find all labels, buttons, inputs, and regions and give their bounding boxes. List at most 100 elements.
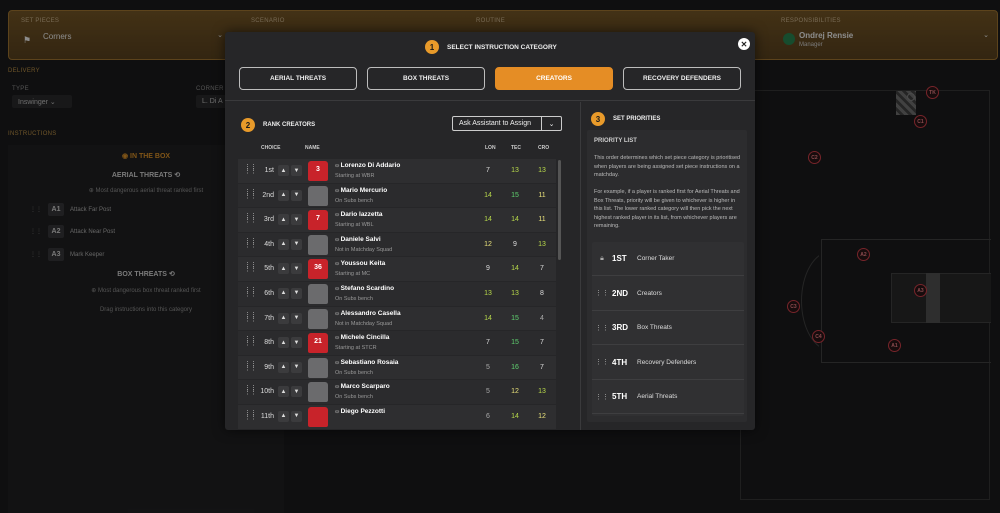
tab-creators[interactable]: CREATORS	[495, 67, 613, 90]
priority-order: 2ND	[612, 288, 629, 298]
drag-handle-icon[interactable]: ⋮⋮ ⋮⋮	[244, 287, 257, 298]
player-rank: 1st	[264, 167, 274, 174]
player-name[interactable]: Lorenzo Di Addario	[335, 162, 401, 169]
priority-item: 🔒︎ 1ST Corner Taker	[592, 242, 744, 276]
move-up-icon[interactable]: ▲	[278, 214, 289, 226]
drag-handle-icon[interactable]: ⋮⋮ ⋮⋮	[244, 238, 257, 249]
tec-value: 15	[511, 314, 519, 322]
priority-item[interactable]: ⋮⋮ 5TH Aerial Threats	[592, 380, 744, 414]
tab-recovery-defenders[interactable]: RECOVERY DEFENDERS	[623, 67, 741, 90]
player-row[interactable]: ⋮⋮⋮⋮ 3rd ▲ ▼ 7 Dario Iazzetta Starting a…	[238, 208, 556, 233]
player-row[interactable]: ⋮⋮⋮⋮ 4th ▲ ▼ Daniele Salvi Not in Matchd…	[238, 232, 556, 258]
tab-box-threats[interactable]: BOX THREATS	[367, 67, 485, 90]
player-name[interactable]: Stefano Scardino	[335, 285, 394, 292]
player-row[interactable]: ⋮⋮⋮⋮ 8th ▲ ▼ 21 Michele Cincilla Startin…	[238, 331, 556, 356]
move-down-icon[interactable]: ▼	[291, 287, 302, 299]
ask-assistant-button[interactable]: Ask Assistant to Assign ⌄	[452, 116, 562, 131]
shirt-icon	[308, 283, 328, 304]
move-down-icon[interactable]: ▼	[291, 386, 302, 398]
priority-item[interactable]: ⋮⋮ 4TH Recovery Defenders	[592, 346, 744, 380]
lon-value: 13	[484, 289, 492, 297]
move-down-icon[interactable]: ▼	[291, 189, 302, 201]
priority-name: Recovery Defenders	[637, 358, 697, 366]
tec-value: 14	[511, 412, 519, 420]
step-badge: 3	[591, 112, 605, 126]
priority-order: 1ST	[612, 254, 627, 263]
cro-value: 11	[538, 191, 546, 199]
drag-handle-icon[interactable]: ⋮⋮ ⋮⋮	[244, 312, 257, 323]
player-name[interactable]: Dario Iazzetta	[335, 211, 383, 218]
player-name[interactable]: Michele Cincilla	[335, 334, 390, 341]
drag-handle-icon[interactable]: ⋮⋮	[592, 393, 612, 401]
player-row[interactable]: ⋮⋮⋮⋮ 9th ▲ ▼ Sebastiano Rosaia On Subs b…	[238, 355, 556, 381]
player-row[interactable]: ⋮⋮⋮⋮ 5th ▲ ▼ 36 Youssou Keita Starting a…	[238, 257, 556, 282]
drag-handle-icon[interactable]: ⋮⋮ ⋮⋮	[244, 213, 257, 224]
drag-handle-icon[interactable]: ⋮⋮ ⋮⋮	[244, 189, 257, 200]
priority-item[interactable]: ⋮⋮ 2ND Creators	[592, 277, 744, 311]
priority-desc-2: For example, if a player is ranked first…	[594, 189, 740, 229]
priority-name: Corner Taker	[637, 255, 675, 262]
move-down-icon[interactable]: ▼	[291, 410, 302, 422]
drag-handle-icon[interactable]: ⋮⋮ ⋮⋮	[244, 164, 257, 175]
tab-aerial-threats[interactable]: AERIAL THREATS	[239, 67, 357, 90]
priority-order: 3RD	[612, 323, 629, 332]
player-row[interactable]: ⋮⋮⋮⋮ 7th ▲ ▼ Alessandro Casella Not in M…	[238, 306, 556, 332]
move-up-icon[interactable]: ▲	[278, 312, 289, 324]
cro-value: 12	[538, 412, 546, 420]
drag-handle-icon[interactable]: ⋮⋮ ⋮⋮	[244, 410, 257, 421]
priority-order: 4TH	[612, 357, 628, 367]
lon-value: 14	[484, 314, 492, 322]
move-up-icon[interactable]: ▲	[278, 386, 289, 398]
scrollbar[interactable]	[558, 160, 561, 260]
drag-handle-icon[interactable]: ⋮⋮	[592, 358, 612, 366]
player-rank: 2nd	[262, 191, 274, 199]
move-up-icon[interactable]: ▲	[278, 410, 289, 422]
drag-handle-icon[interactable]: ⋮⋮ ⋮⋮	[244, 336, 257, 347]
player-row[interactable]: ⋮⋮⋮⋮ 2nd ▲ ▼ Mario Mercurio On Subs benc…	[238, 183, 556, 209]
player-name[interactable]: Marco Scarparo	[335, 383, 390, 390]
drag-handle-icon[interactable]: ⋮⋮	[592, 289, 612, 297]
move-up-icon[interactable]: ▲	[278, 337, 289, 349]
cro-value: 13	[538, 240, 546, 248]
drag-handle-icon[interactable]: ⋮⋮ ⋮⋮	[244, 262, 257, 273]
move-down-icon[interactable]: ▼	[291, 238, 302, 250]
player-name[interactable]: Diego Pezzotti	[335, 408, 385, 415]
drag-handle-icon[interactable]: ⋮⋮	[592, 324, 612, 332]
move-down-icon[interactable]: ▼	[291, 312, 302, 324]
drag-handle-icon[interactable]: ⋮⋮ ⋮⋮	[244, 361, 257, 372]
player-row[interactable]: ⋮⋮⋮⋮ 6th ▲ ▼ Stefano Scardino On Subs be…	[238, 281, 556, 307]
player-status: Starting at MC	[335, 271, 371, 278]
move-up-icon[interactable]: ▲	[278, 165, 289, 176]
player-name[interactable]: Sebastiano Rosaia	[335, 359, 399, 366]
move-up-icon[interactable]: ▲	[278, 361, 289, 373]
move-down-icon[interactable]: ▼	[291, 165, 302, 176]
move-down-icon[interactable]: ▼	[291, 361, 302, 373]
drag-handle-icon[interactable]: ⋮⋮ ⋮⋮	[244, 385, 257, 396]
player-name[interactable]: Alessandro Casella	[335, 310, 401, 317]
move-down-icon[interactable]: ▼	[291, 214, 302, 226]
player-rank: 7th	[264, 314, 274, 322]
move-down-icon[interactable]: ▼	[291, 337, 302, 349]
move-down-icon[interactable]: ▼	[291, 263, 302, 275]
player-rank: 9th	[264, 363, 274, 371]
lon-value: 6	[486, 412, 490, 420]
move-up-icon[interactable]: ▲	[278, 263, 289, 275]
player-status: On Subs bench	[335, 295, 373, 302]
modal-title: SELECT INSTRUCTION CATEGORY	[447, 44, 557, 51]
close-icon[interactable]: ✕	[738, 38, 750, 50]
move-up-icon[interactable]: ▲	[278, 287, 289, 299]
chevron-down-icon[interactable]: ⌄	[541, 117, 561, 130]
player-status: On Subs bench	[335, 197, 373, 204]
player-row[interactable]: ⋮⋮⋮⋮ 1st ▲ ▼ 3 Lorenzo Di Addario Starti…	[238, 159, 556, 184]
move-up-icon[interactable]: ▲	[278, 189, 289, 201]
shirt-icon: 3	[308, 161, 328, 181]
move-up-icon[interactable]: ▲	[278, 238, 289, 250]
priority-item[interactable]: ⋮⋮ 3RD Box Threats	[592, 311, 744, 345]
lon-value: 5	[486, 388, 490, 396]
tec-value: 15	[511, 339, 519, 347]
player-row[interactable]: ⋮⋮⋮⋮ 10th ▲ ▼ Marco Scarparo On Subs ben…	[238, 380, 556, 405]
player-name[interactable]: Daniele Salvi	[335, 236, 381, 243]
player-name[interactable]: Mario Mercurio	[335, 187, 388, 194]
player-row[interactable]: ⋮⋮⋮⋮ 11th ▲ ▼ Diego Pezzotti 6 14 12	[238, 404, 556, 430]
player-name[interactable]: Youssou Keita	[335, 260, 386, 267]
